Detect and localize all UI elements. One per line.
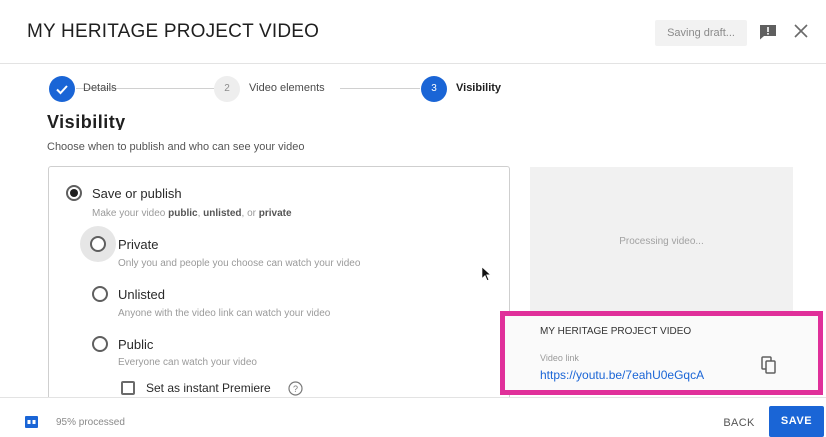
private-description: Only you and people you choose can watch…	[118, 258, 361, 269]
svg-text:?: ?	[293, 384, 298, 394]
copy-icon[interactable]	[761, 356, 777, 374]
step-video-elements-circle[interactable]: 2	[214, 76, 240, 102]
dialog-title: MY HERITAGE PROJECT VIDEO	[27, 21, 320, 42]
checkmark-icon	[56, 85, 68, 95]
public-radio[interactable]	[92, 336, 108, 352]
processing-text: Processing video...	[619, 236, 704, 247]
save-or-publish-radio[interactable]	[66, 185, 82, 201]
step-details-circle[interactable]	[49, 76, 75, 102]
instant-premiere-label: Set as instant Premiere	[146, 381, 271, 395]
video-title: MY HERITAGE PROJECT VIDEO	[540, 326, 692, 337]
saving-status-badge: Saving draft...	[655, 20, 747, 46]
help-icon[interactable]: ?	[288, 381, 303, 396]
video-link[interactable]: https://youtu.be/7eahU0eGqcA	[540, 368, 704, 382]
close-icon[interactable]	[792, 22, 810, 40]
stepper-line	[340, 88, 420, 89]
step-details-label[interactable]: Details	[83, 82, 117, 94]
section-title: Visibility	[47, 112, 126, 130]
processing-status-icon	[25, 416, 38, 428]
unlisted-label: Unlisted	[118, 287, 165, 302]
section-subtitle: Choose when to publish and who can see y…	[47, 141, 305, 153]
video-link-label: Video link	[540, 353, 579, 363]
mouse-cursor-icon	[481, 266, 491, 281]
save-or-publish-description: Make your video public, unlisted, or pri…	[92, 208, 292, 219]
public-description: Everyone can watch your video	[118, 357, 257, 368]
instant-premiere-checkbox[interactable]	[121, 381, 135, 395]
save-button[interactable]: SAVE	[769, 406, 824, 437]
public-label: Public	[118, 337, 154, 352]
step-visibility-label[interactable]: Visibility	[456, 82, 501, 94]
save-or-publish-label: Save or publish	[92, 186, 182, 201]
back-button[interactable]: BACK	[716, 411, 762, 435]
step-video-elements-label[interactable]: Video elements	[249, 82, 325, 94]
stepper: Details 2 Video elements 3 Visibility	[0, 64, 826, 114]
private-radio[interactable]	[90, 236, 106, 252]
processed-status: 95% processed	[56, 417, 125, 428]
feedback-icon[interactable]	[759, 24, 777, 40]
visibility-card	[48, 166, 510, 406]
unlisted-description: Anyone with the video link can watch you…	[118, 308, 331, 319]
unlisted-radio[interactable]	[92, 286, 108, 302]
dialog-header: MY HERITAGE PROJECT VIDEO Saving draft..…	[0, 0, 826, 64]
step-visibility-circle[interactable]: 3	[421, 76, 447, 102]
private-label: Private	[118, 237, 159, 252]
